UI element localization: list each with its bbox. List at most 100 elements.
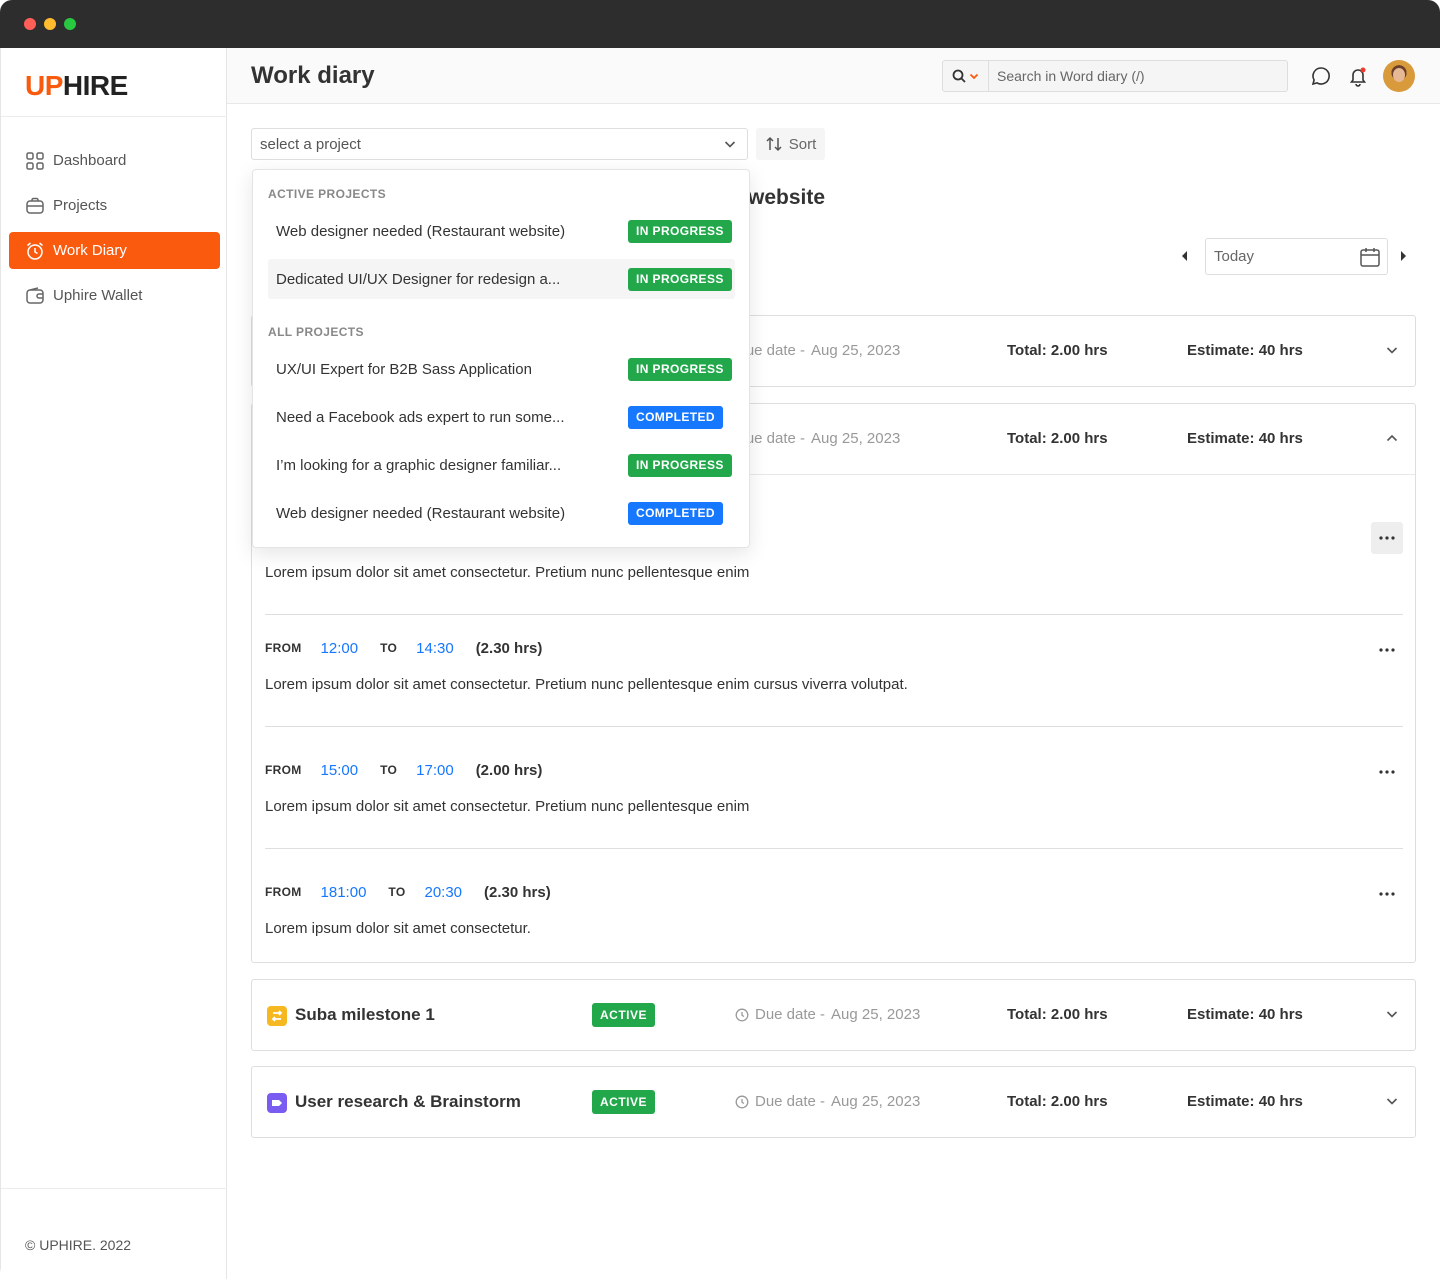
alarm-clock-icon xyxy=(27,241,43,260)
sidebar-item-uphire-wallet[interactable]: Uphire Wallet xyxy=(9,277,220,314)
dropdown-option[interactable]: Web designer needed (Restaurant website)… xyxy=(268,493,735,533)
milestone-title: Suba milestone 1 xyxy=(295,1005,435,1024)
avatar[interactable] xyxy=(1383,60,1415,92)
status-badge: ACTIVE xyxy=(592,1090,656,1114)
entry-divider xyxy=(265,614,1403,615)
wallet-icon xyxy=(26,286,44,304)
search-icon xyxy=(952,69,966,83)
bell-icon[interactable] xyxy=(1347,65,1369,87)
more-options-button[interactable] xyxy=(1371,634,1403,666)
status-badge: IN PROGRESS xyxy=(628,220,732,243)
entry-divider xyxy=(265,848,1403,849)
dropdown-option[interactable]: I’m looking for a graphic designer famil… xyxy=(268,445,735,485)
more-horizontal-icon xyxy=(1379,770,1395,774)
milestone-total: Total: 2.00 hrs xyxy=(1007,1093,1108,1110)
milestone-estimate: Estimate: 40 hrs xyxy=(1187,1006,1303,1023)
chevron-up-icon[interactable] xyxy=(1385,431,1399,445)
briefcase-icon xyxy=(26,197,44,214)
status-badge: COMPLETED xyxy=(628,406,723,429)
milestone-total: Total: 2.00 hrs xyxy=(1007,1006,1108,1023)
dropdown-option[interactable]: Dedicated UI/UX Designer for redesign a.… xyxy=(268,259,735,299)
from-label: FROM xyxy=(265,641,302,655)
from-time[interactable]: 12:00 xyxy=(321,640,359,657)
arrows-swap-icon xyxy=(271,1010,283,1022)
project-heading: website xyxy=(748,186,826,209)
signpost-icon xyxy=(272,1100,282,1106)
milestone-due-date: Due date - Aug 25, 2023 xyxy=(735,342,901,359)
dropdown-option[interactable]: Need a Facebook ads expert to run some..… xyxy=(268,397,735,437)
date-picker[interactable]: Today xyxy=(1205,238,1388,275)
milestone-due-date: Due date - Aug 25, 2023 xyxy=(735,1093,920,1110)
from-label: FROM xyxy=(265,885,302,899)
to-label: TO xyxy=(388,885,406,899)
milestone-card: Suba milestone 1 ACTIVE Due date - Aug 25… xyxy=(251,979,1416,1051)
close-window-button[interactable] xyxy=(24,18,36,30)
clock-icon xyxy=(735,1095,749,1108)
project-select[interactable]: select a project xyxy=(251,128,748,160)
more-options-button[interactable] xyxy=(1371,756,1403,788)
from-time[interactable]: 15:00 xyxy=(321,762,359,779)
search-input[interactable] xyxy=(989,68,1279,84)
dropdown-option[interactable]: UX/UI Expert for B2B Sass Application IN… xyxy=(268,349,735,389)
milestone-due-date: Due date - Aug 25, 2023 xyxy=(735,430,901,447)
milestone-card: User research & Brainstorm ACTIVE Due da… xyxy=(251,1066,1416,1138)
to-label: TO xyxy=(380,641,398,655)
sidebar-item-projects[interactable]: Projects xyxy=(9,187,220,224)
entry-description: Lorem ipsum dolor sit amet consectetur. … xyxy=(265,798,750,815)
status-badge: IN PROGRESS xyxy=(628,454,732,477)
logo[interactable]: UPHIRE xyxy=(25,70,128,102)
chevron-down-icon[interactable] xyxy=(1385,1007,1399,1021)
status-badge: IN PROGRESS xyxy=(628,268,732,291)
entry-duration: (2.30 hrs) xyxy=(475,639,543,657)
sort-button[interactable]: Sort xyxy=(756,128,825,160)
time-range: FROM 12:00 TO 14:30 (2.30 hrs) xyxy=(265,638,542,658)
search-scope-dropdown[interactable] xyxy=(943,61,989,91)
chevron-down-icon[interactable] xyxy=(1385,1094,1399,1108)
app-window: UPHIRE Dashboard Projects Work Diary Uph… xyxy=(0,0,1440,1279)
entry-duration: (2.00 hrs) xyxy=(475,761,543,779)
window-titlebar xyxy=(0,0,1440,48)
from-label: FROM xyxy=(265,763,302,777)
entry-description: Lorem ipsum dolor sit amet consectetur. … xyxy=(265,676,908,693)
clock-icon xyxy=(735,1008,749,1021)
sort-icon xyxy=(766,136,782,152)
chat-icon[interactable] xyxy=(1310,65,1332,87)
milestone-header[interactable]: User research & Brainstorm ACTIVE Due da… xyxy=(252,1067,1415,1137)
date-prev-icon[interactable] xyxy=(1180,248,1190,264)
more-options-button[interactable] xyxy=(1371,522,1403,554)
milestone-total: Total: 2.00 hrs xyxy=(1007,430,1108,447)
date-next-icon[interactable] xyxy=(1398,248,1408,264)
minimize-window-button[interactable] xyxy=(44,18,56,30)
more-horizontal-icon xyxy=(1379,648,1395,652)
sidebar: UPHIRE Dashboard Projects Work Diary Uph… xyxy=(0,48,227,1279)
more-options-button[interactable] xyxy=(1371,878,1403,910)
milestone-icon xyxy=(267,1093,287,1113)
copyright: © UPHIRE. 2022 xyxy=(25,1237,132,1253)
to-time[interactable]: 20:30 xyxy=(424,884,462,901)
grid-icon xyxy=(26,151,44,170)
project-select-placeholder: select a project xyxy=(260,135,361,153)
date-picker-value: Today xyxy=(1214,248,1255,265)
sidebar-item-dashboard[interactable]: Dashboard xyxy=(9,142,220,179)
sidebar-item-work-diary[interactable]: Work Diary xyxy=(9,232,220,269)
calendar-icon xyxy=(1360,248,1380,267)
time-range: FROM 181:00 TO 20:30 (2.30 hrs) xyxy=(265,882,551,902)
sidebar-item-label: Projects xyxy=(53,197,108,214)
status-badge: IN PROGRESS xyxy=(628,358,732,381)
chevron-down-icon[interactable] xyxy=(1385,343,1399,357)
sort-label: Sort xyxy=(788,135,817,153)
from-time[interactable]: 181:00 xyxy=(321,884,367,901)
milestone-total: Total: 2.00 hrs xyxy=(1007,342,1108,359)
maximize-window-button[interactable] xyxy=(64,18,76,30)
milestone-due-date: Due date - Aug 25, 2023 xyxy=(735,1006,920,1023)
dropdown-option[interactable]: Web designer needed (Restaurant website)… xyxy=(268,211,735,251)
to-time[interactable]: 17:00 xyxy=(416,762,454,779)
milestone-estimate: Estimate: 40 hrs xyxy=(1187,342,1303,359)
search-bar xyxy=(942,60,1288,92)
to-time[interactable]: 14:30 xyxy=(416,640,454,657)
milestone-header[interactable]: Suba milestone 1 ACTIVE Due date - Aug 25… xyxy=(252,980,1415,1050)
entry-divider xyxy=(265,726,1403,727)
milestone-icon xyxy=(267,1006,287,1026)
page-title: Work diary xyxy=(251,62,375,89)
sidebar-divider xyxy=(1,116,227,117)
